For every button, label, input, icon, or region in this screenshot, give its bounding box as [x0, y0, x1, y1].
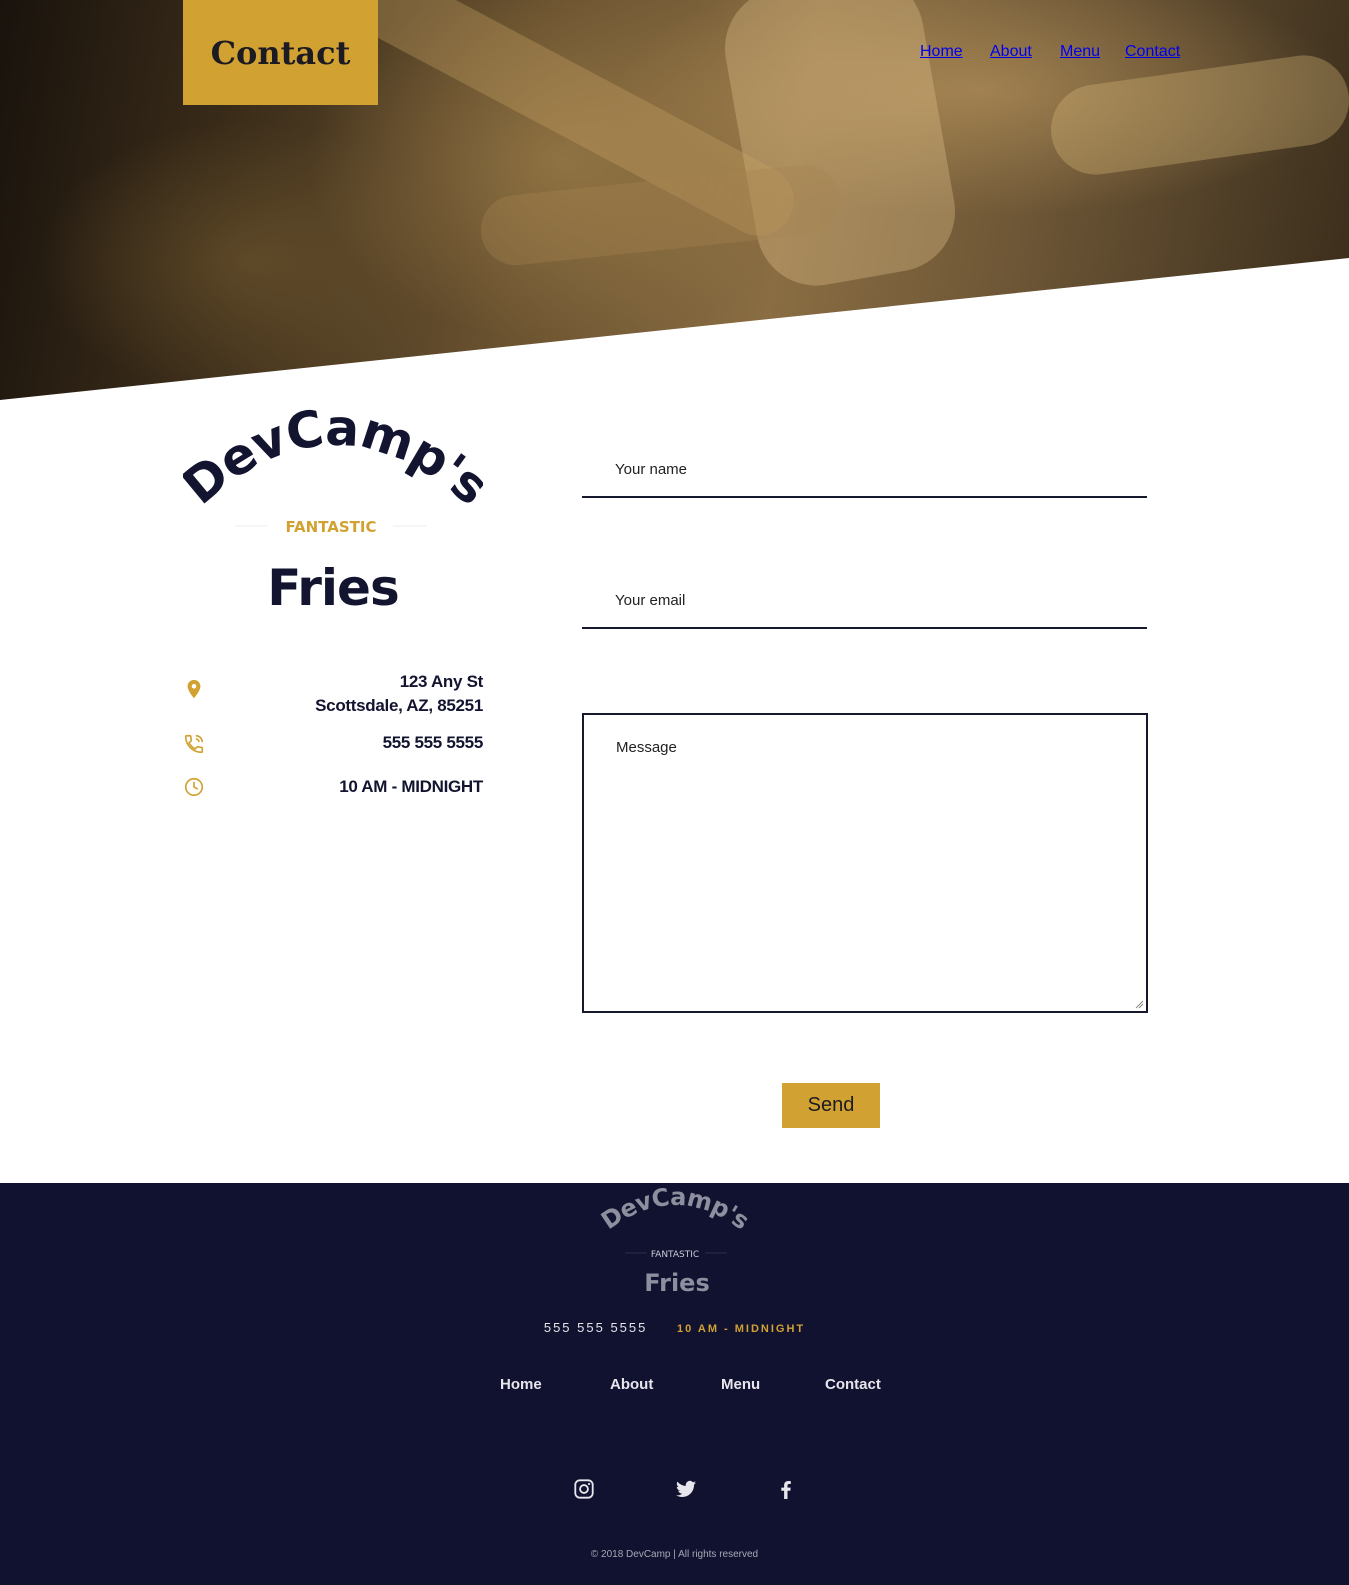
opening-hours: 10 AM - MIDNIGHT [339, 777, 483, 796]
brand-line3: Fries [267, 559, 398, 617]
footer-brand-line3: Fries [644, 1269, 709, 1297]
footer-phone: 555 555 5555 [543, 1320, 648, 1335]
phone-icon [184, 734, 204, 754]
email-field-wrapper [582, 573, 1147, 629]
footer-brand-line1: DevCamp's [596, 1183, 755, 1235]
address-row: 123 Any St Scottsdale, AZ, 85251 [183, 670, 483, 718]
email-input[interactable] [582, 573, 1147, 627]
name-field-wrapper [582, 442, 1147, 498]
footer: DevCamp's FANTASTIC Fries 555 555 5555 1… [0, 1183, 1349, 1585]
page-title: Contact [210, 33, 351, 72]
phone-number: 555 555 5555 [382, 733, 484, 752]
message-textarea[interactable] [584, 715, 1146, 1011]
social-links [0, 1476, 1349, 1506]
footer-nav-home[interactable]: Home [500, 1376, 542, 1393]
footer-brand-line2: FANTASTIC [651, 1250, 699, 1260]
hours-row: 10 AM - MIDNIGHT [183, 775, 483, 799]
twitter-icon[interactable] [673, 1476, 699, 1502]
copyright-text: © 2018 DevCamp | All rights reserved [590, 1549, 759, 1560]
facebook-icon[interactable] [773, 1476, 799, 1502]
nav-link-contact[interactable]: Contact [1125, 43, 1180, 61]
name-input[interactable] [582, 442, 1147, 496]
footer-nav-contact[interactable]: Contact [825, 1376, 881, 1393]
footer-brand-logo: DevCamp's FANTASTIC Fries [596, 1183, 755, 1297]
clock-icon [184, 777, 204, 797]
hero-banner: Contact Home About Menu Contact [0, 0, 1349, 400]
map-pin-icon [187, 679, 201, 699]
message-field-wrapper [582, 713, 1148, 1013]
footer-nav-about[interactable]: About [610, 1376, 653, 1393]
footer-contact-line: 555 555 5555 10 AM - MIDNIGHT [0, 1320, 1349, 1335]
svg-text:DevCamp's: DevCamp's [183, 400, 483, 516]
svg-text:DevCamp's: DevCamp's [596, 1183, 754, 1235]
resize-grip-icon[interactable] [1134, 999, 1144, 1009]
nav-link-home[interactable]: Home [920, 43, 963, 61]
brand-line2: FANTASTIC [286, 518, 377, 536]
brand-logo: DevCamp's FANTASTIC Fries [183, 400, 483, 617]
footer-hours: 10 AM - MIDNIGHT [677, 1323, 806, 1335]
brand-line1: DevCamp's [183, 400, 483, 516]
send-button[interactable]: Send [782, 1083, 880, 1128]
nav-link-menu[interactable]: Menu [1060, 43, 1100, 61]
nav-link-about[interactable]: About [990, 43, 1032, 61]
instagram-icon[interactable] [571, 1476, 597, 1502]
address-line1: 123 Any St [399, 672, 484, 691]
footer-nav-menu[interactable]: Menu [721, 1376, 760, 1393]
page-title-box: Contact [183, 0, 378, 105]
phone-row: 555 555 5555 [183, 731, 483, 755]
address-line2: Scottsdale, AZ, 85251 [315, 696, 483, 715]
